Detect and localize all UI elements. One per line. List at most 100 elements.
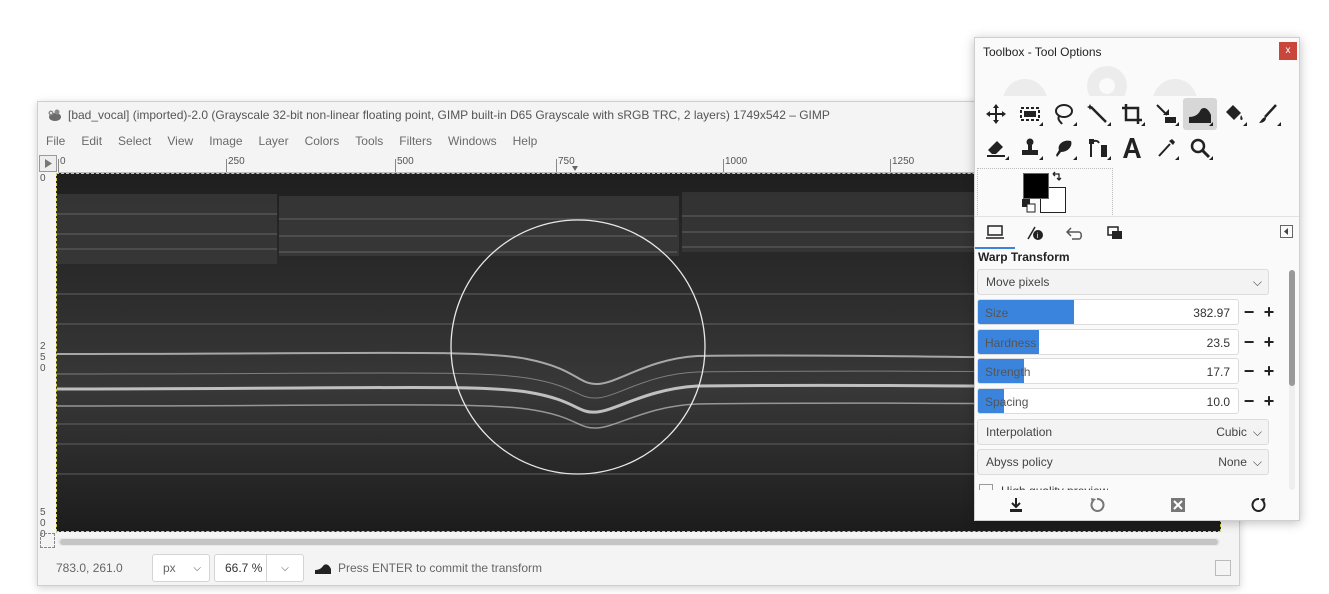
hardness-decrease-button[interactable]: −	[1239, 329, 1259, 355]
tab-images[interactable]	[1095, 218, 1135, 248]
horizontal-scrollbar[interactable]	[58, 538, 1220, 546]
tab-tool-options[interactable]	[975, 217, 1015, 249]
move-tool[interactable]	[979, 98, 1013, 130]
lasso-icon	[1055, 104, 1073, 125]
ruler-label: 1000	[725, 156, 748, 167]
strength-increase-button[interactable]: +	[1259, 358, 1279, 384]
smudge-icon	[1056, 140, 1072, 157]
ruler-label: 0	[60, 156, 66, 167]
rect-select-tool[interactable]	[1013, 98, 1047, 130]
unit-value: px	[163, 561, 176, 575]
behavior-value: Move pixels	[986, 275, 1050, 289]
fg-bg-color-area	[977, 168, 1113, 217]
transform-icon	[1156, 104, 1176, 123]
menu-colors[interactable]: Colors	[305, 134, 340, 148]
rect-select-icon	[1020, 107, 1040, 121]
foreground-color-swatch[interactable]	[1023, 173, 1049, 199]
ruler-label: 0	[40, 173, 46, 184]
color-picker-tool[interactable]	[1149, 132, 1183, 164]
chevron-down-icon: ⌵	[193, 562, 201, 574]
size-decrease-button[interactable]: −	[1239, 299, 1259, 325]
zoom-value[interactable]: 66.7 %	[215, 555, 267, 581]
tab-undo-history[interactable]	[1055, 218, 1095, 248]
hardness-slider[interactable]: Hardness 23.5	[977, 329, 1239, 355]
bucket-icon	[1226, 105, 1243, 120]
vertical-ruler[interactable]: 0 250 500	[38, 173, 57, 540]
paths-tool[interactable]	[1081, 132, 1115, 164]
text-tool[interactable]	[1115, 132, 1149, 164]
eraser-icon	[987, 141, 1005, 157]
delete-options-button[interactable]	[1166, 493, 1190, 517]
save-options-button[interactable]	[1004, 493, 1028, 517]
tool-options-buttons	[975, 490, 1299, 520]
menu-tools[interactable]: Tools	[355, 134, 383, 148]
menu-edit[interactable]: Edit	[81, 134, 102, 148]
abyss-policy-combo[interactable]: Abyss policy None ⌵	[977, 449, 1269, 475]
menu-select[interactable]: Select	[118, 134, 151, 148]
menu-help[interactable]: Help	[513, 134, 538, 148]
chevron-down-icon[interactable]: ⌵	[267, 563, 303, 574]
menu-filters[interactable]: Filters	[399, 134, 432, 148]
behavior-combo[interactable]: Move pixels ⌵	[977, 269, 1269, 295]
options-scrollbar[interactable]	[1289, 270, 1295, 490]
tool-grid-row-1	[979, 98, 1285, 130]
paintbrush-icon	[1259, 104, 1277, 123]
tool-options-title: Warp Transform	[978, 250, 1070, 264]
save-download-icon	[1009, 498, 1022, 512]
status-message: Press ENTER to commit the transform	[314, 561, 542, 575]
menu-file[interactable]: File	[46, 134, 65, 148]
images-icon	[1107, 226, 1122, 239]
device-status-icon: i	[1027, 226, 1043, 240]
restore-options-button[interactable]	[1085, 493, 1109, 517]
scrollbar-thumb[interactable]	[1289, 270, 1295, 386]
interpolation-combo[interactable]: Interpolation Cubic ⌵	[977, 419, 1269, 445]
ruler-corner-button[interactable]	[39, 155, 57, 172]
chevron-down-icon: ⌵	[1252, 454, 1262, 469]
play-triangle-icon	[45, 159, 52, 168]
scrollbar-thumb[interactable]	[60, 539, 1218, 545]
quick-mask-toggle[interactable]	[40, 533, 55, 548]
paths-icon	[1089, 139, 1107, 157]
status-text: Press ENTER to commit the transform	[338, 561, 543, 575]
abyss-policy-value: None	[1218, 455, 1247, 469]
swap-colors-icon[interactable]	[1051, 171, 1063, 183]
slider-label: Size	[985, 306, 1009, 320]
warp-transform-tool[interactable]	[1183, 98, 1217, 130]
zoom-selector[interactable]: 66.7 % ⌵	[214, 554, 304, 582]
menu-view[interactable]: View	[167, 134, 193, 148]
eraser-tool[interactable]	[979, 132, 1013, 164]
paintbrush-tool[interactable]	[1251, 98, 1285, 130]
strength-slider[interactable]: Strength 17.7	[977, 358, 1239, 384]
bucket-fill-tool[interactable]	[1217, 98, 1251, 130]
fuzzy-select-tool[interactable]	[1081, 98, 1115, 130]
zoom-tool[interactable]	[1183, 132, 1217, 164]
undo-history-icon	[1066, 227, 1082, 240]
toolbox-titlebar[interactable]: Toolbox - Tool Options	[975, 38, 1299, 66]
smudge-tool[interactable]	[1047, 132, 1081, 164]
reset-options-button[interactable]	[1247, 493, 1271, 517]
tab-device-status[interactable]: i	[1015, 218, 1055, 248]
pointer-coordinates: 783.0, 261.0	[56, 561, 123, 575]
size-slider[interactable]: Size 382.97	[977, 299, 1239, 325]
unit-selector[interactable]: px ⌵	[152, 554, 210, 582]
tab-menu-button[interactable]	[1280, 225, 1293, 238]
default-colors-icon[interactable]	[1022, 199, 1036, 213]
hardness-increase-button[interactable]: +	[1259, 329, 1279, 355]
close-button[interactable]: x	[1279, 42, 1297, 60]
spacing-increase-button[interactable]: +	[1259, 388, 1279, 414]
eyedropper-icon	[1158, 139, 1175, 157]
strength-decrease-button[interactable]: −	[1239, 358, 1259, 384]
warp-transform-icon	[1189, 107, 1211, 123]
menu-image[interactable]: Image	[209, 134, 242, 148]
unified-transform-tool[interactable]	[1149, 98, 1183, 130]
spacing-decrease-button[interactable]: −	[1239, 388, 1259, 414]
clone-tool[interactable]	[1013, 132, 1047, 164]
spacing-slider[interactable]: Spacing 10.0	[977, 388, 1239, 414]
navigate-button[interactable]	[1215, 560, 1231, 576]
menu-layer[interactable]: Layer	[259, 134, 289, 148]
ruler-label: 500	[397, 156, 414, 167]
size-increase-button[interactable]: +	[1259, 299, 1279, 325]
free-select-tool[interactable]	[1047, 98, 1081, 130]
crop-tool[interactable]	[1115, 98, 1149, 130]
menu-windows[interactable]: Windows	[448, 134, 497, 148]
